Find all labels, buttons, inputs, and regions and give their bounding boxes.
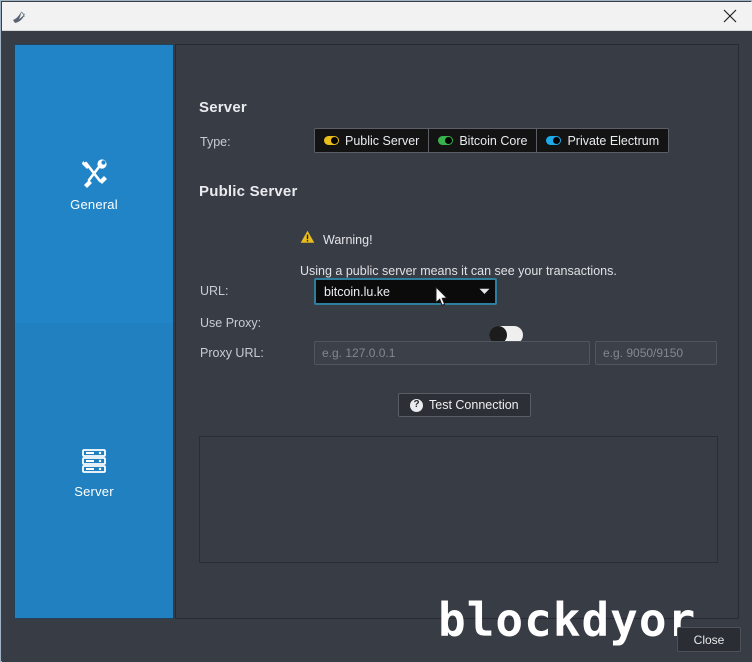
server-type-radio-group[interactable]: Public Server Bitcoin Core Private Elect… [314,128,670,153]
server-type-option-bitcoin-core[interactable]: Bitcoin Core [429,129,538,152]
title-bar [2,2,752,31]
settings-panel: Server Type: Public Server Bitcoin Core … [175,44,739,619]
blockdyor-watermark: blockdyor [438,593,697,647]
test-connection-button[interactable]: ? Test Connection [398,393,531,417]
settings-window: General Server Server Type: Public Serve… [0,0,752,662]
use-proxy-label: Use Proxy: [200,316,262,330]
connection-log-output [199,436,718,563]
sidebar-item-general[interactable]: General [15,45,173,323]
chevron-down-icon[interactable] [473,288,495,295]
type-label: Type: [200,135,231,149]
radio-pill-icon [546,136,562,145]
tools-icon [77,156,111,190]
proxy-port-input[interactable]: e.g. 9050/9150 [595,341,717,365]
server-type-option-label: Public Server [345,133,420,148]
server-type-option-public[interactable]: Public Server [315,129,430,152]
sidebar-item-server[interactable]: Server [15,323,173,618]
window-close-button[interactable] [708,2,752,30]
server-type-option-private-electrum[interactable]: Private Electrum [537,129,669,152]
proxy-host-input[interactable]: e.g. 127.0.0.1 [314,341,590,365]
server-section-title: Server [199,99,247,116]
sidebar-item-label: Server [74,484,114,499]
warning-row: Warning! [300,230,373,249]
test-connection-label: Test Connection [429,398,519,412]
question-circle-icon: ? [410,398,423,412]
radio-pill-icon [438,136,454,145]
server-rack-icon [77,443,111,477]
warning-triangle-icon [300,230,315,249]
close-button-label: Close [693,632,725,647]
server-type-option-label: Private Electrum [567,133,660,148]
url-value: bitcoin.lu.ke [324,284,391,299]
bird-icon [10,7,30,27]
url-combobox[interactable]: bitcoin.lu.ke [314,278,497,305]
warning-title: Warning! [323,232,373,247]
public-server-section-title: Public Server [199,183,298,200]
window-content: General Server Server Type: Public Serve… [2,31,752,662]
sidebar-item-label: General [70,197,118,212]
proxy-url-label: Proxy URL: [200,346,264,360]
close-button[interactable]: Close [677,627,741,652]
sidebar: General Server [14,44,174,619]
warning-description: Using a public server means it can see y… [300,264,617,278]
close-icon [723,9,737,23]
server-type-option-label: Bitcoin Core [459,133,528,148]
radio-pill-icon [324,136,339,145]
url-label: URL: [200,284,229,298]
